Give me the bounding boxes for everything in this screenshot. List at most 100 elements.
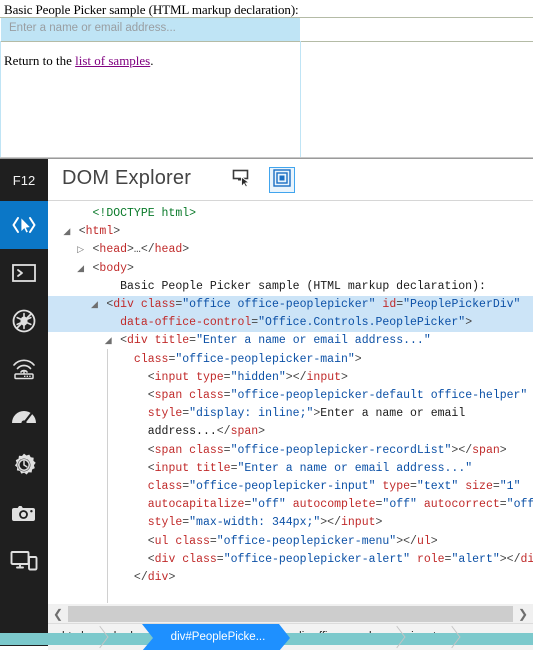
- dom-row-selected[interactable]: <div class="office office-peoplepicker" …: [48, 296, 533, 315]
- dom-token-punct: [417, 498, 424, 511]
- dom-row[interactable]: </div>: [48, 569, 533, 587]
- show-layout-icon: [273, 168, 291, 192]
- dom-row[interactable]: <div class="office-peoplepicker-alert" r…: [48, 551, 533, 569]
- devtools-tool-rail: [0, 201, 48, 646]
- twisty-gap: [141, 371, 148, 384]
- dom-row[interactable]: <ul class="office-peoplepicker-menu"></u…: [48, 533, 533, 551]
- rail-item-console[interactable]: [0, 249, 48, 297]
- dom-token-attr: title: [154, 334, 190, 348]
- rail-item-emulation[interactable]: [0, 537, 48, 585]
- page-title: Basic People Picker sample (HTML markup …: [4, 2, 299, 17]
- network-icon: [10, 357, 38, 381]
- twisty-gap: [127, 571, 134, 584]
- breadcrumb-label: div#PeoplePicke...: [170, 631, 266, 643]
- twisty-placeholder: [131, 534, 141, 551]
- twisty-gap: [127, 353, 134, 366]
- dom-row[interactable]: class="office-peoplepicker-input" type="…: [48, 478, 533, 496]
- dom-row[interactable]: style="display: inline;">Enter a name or…: [48, 405, 533, 423]
- divider-bottom: [0, 41, 533, 42]
- twisty-placeholder: [131, 388, 141, 405]
- twisty-gap: [141, 425, 148, 438]
- dom-token-punct: >: [430, 534, 438, 548]
- dom-token-tag: head: [99, 243, 128, 257]
- rail-item-memory[interactable]: [0, 441, 48, 489]
- dom-token-tag: html: [85, 225, 114, 239]
- dom-token-val: "office-peoplepicker-main": [175, 352, 355, 366]
- dom-token-punct: >: [182, 243, 190, 257]
- dom-row[interactable]: <body>: [48, 260, 533, 278]
- twisty-expanded-icon[interactable]: [62, 224, 72, 241]
- dom-row[interactable]: class="office-peoplepicker-main">: [48, 351, 533, 369]
- rail-item-debugger[interactable]: [0, 297, 48, 345]
- dom-token-punct: =: [216, 552, 224, 566]
- dom-row[interactable]: <span class="office-peoplepicker-default…: [48, 387, 533, 405]
- dom-token-punct: <: [78, 225, 86, 239]
- twisty-placeholder: [131, 552, 141, 569]
- scrollbar-thumb[interactable]: [68, 606, 513, 622]
- return-to-samples-line: Return to the list of samples.: [4, 53, 154, 69]
- dom-explorer-icon: [11, 214, 37, 236]
- twisty-placeholder: [117, 570, 127, 587]
- scroll-left-arrow-icon[interactable]: ❮: [48, 604, 68, 624]
- dom-token-punct: [286, 498, 293, 511]
- twisty-placeholder: [131, 406, 141, 423]
- dom-row[interactable]: <head>…</head>: [48, 241, 533, 259]
- dom-row[interactable]: <input title="Enter a name or email addr…: [48, 460, 533, 478]
- dom-token-punct: [134, 298, 141, 311]
- twisty-expanded-icon[interactable]: [76, 261, 86, 278]
- dom-row[interactable]: <input type="hidden"></input>: [48, 369, 533, 387]
- twisty-gap: [86, 262, 93, 275]
- twisty-gap: [141, 444, 148, 457]
- dom-row[interactable]: style="max-width: 344px;"></input>: [48, 514, 533, 532]
- twisty-gap: [141, 498, 148, 511]
- dom-token-val: "Enter a name or email address...": [237, 461, 473, 475]
- browser-page-area: Basic People Picker sample (HTML markup …: [0, 0, 533, 160]
- twisty-expanded-icon[interactable]: [103, 333, 113, 350]
- dom-token-text-node: address...: [147, 425, 217, 439]
- twisty-placeholder: [131, 497, 141, 514]
- twisty-placeholder: [103, 279, 113, 296]
- breadcrumb-item-div-peoplepicke-[interactable]: div#PeoplePicke...: [141, 624, 290, 650]
- select-element-button[interactable]: [229, 167, 255, 193]
- emulation-icon: [10, 549, 38, 573]
- dom-row[interactable]: autocapitalize="off" autocomplete="off" …: [48, 496, 533, 514]
- twisty-expanded-icon[interactable]: [89, 297, 99, 314]
- dom-token-tag: input: [341, 516, 376, 530]
- dom-row[interactable]: <span class="office-peoplepicker-recordL…: [48, 442, 533, 460]
- rail-item-screenshot[interactable]: [0, 489, 48, 537]
- show-layout-button[interactable]: [269, 167, 295, 193]
- dom-token-val: "max-width: 344px;": [189, 516, 321, 530]
- dom-token-attr: type: [382, 480, 411, 494]
- rail-bottom-fill: [0, 622, 48, 633]
- dom-horizontal-scrollbar[interactable]: ❮ ❯: [48, 603, 533, 624]
- dom-row[interactable]: <div title="Enter a name or email addres…: [48, 332, 533, 350]
- twisty-gap: [141, 553, 148, 566]
- devtools-header: F12 DOM Explorer: [0, 159, 533, 201]
- scrollbar-track[interactable]: [68, 604, 513, 624]
- twisty-collapsed-icon[interactable]: [76, 242, 86, 259]
- rail-item-dom-explorer[interactable]: [0, 201, 48, 249]
- people-picker-placeholder[interactable]: Enter a name or email address...: [9, 22, 176, 34]
- dom-row[interactable]: Basic People Picker sample (HTML markup …: [48, 278, 533, 296]
- scroll-right-arrow-icon[interactable]: ❯: [513, 604, 533, 624]
- dom-row[interactable]: <html>: [48, 223, 533, 241]
- dom-token-punct: >: [168, 571, 176, 585]
- rail-item-network[interactable]: [0, 345, 48, 393]
- twisty-placeholder: [117, 352, 127, 369]
- rail-item-performance[interactable]: [0, 393, 48, 441]
- dom-tree-pane[interactable]: <!DOCTYPE html> <html> <head>…</head> <b…: [48, 201, 533, 603]
- dom-token-punct: ></: [396, 534, 417, 548]
- dom-row-selected[interactable]: data-office-control="Office.Controls.Peo…: [48, 314, 533, 333]
- dom-token-punct: >: [127, 261, 134, 275]
- dom-row[interactable]: address...</span>: [48, 423, 533, 441]
- dom-token-tag: ul: [154, 534, 169, 548]
- list-of-samples-link[interactable]: list of samples: [75, 53, 150, 68]
- dom-token-tag: input: [154, 370, 190, 384]
- dom-row[interactable]: <!DOCTYPE html>: [48, 205, 533, 223]
- dom-token-punct: <: [147, 370, 155, 384]
